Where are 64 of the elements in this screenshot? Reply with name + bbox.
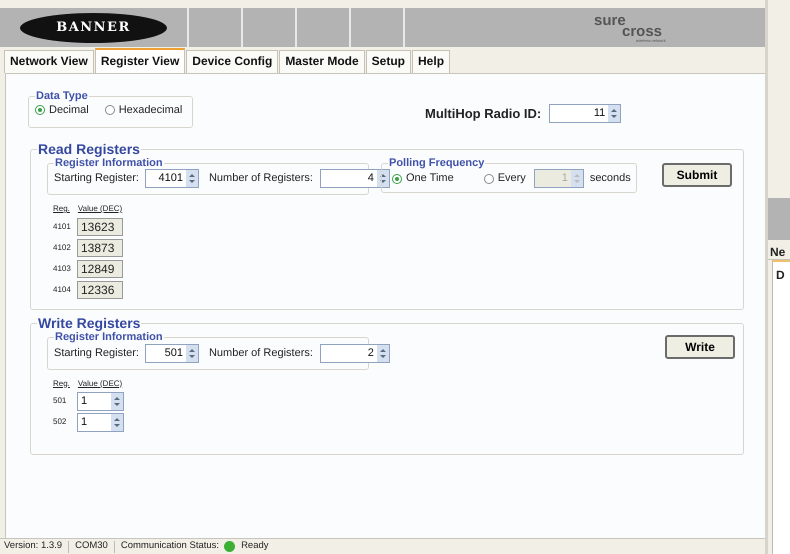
number-spinner[interactable]: 2: [320, 344, 390, 363]
unit-label: seconds: [590, 171, 631, 186]
column-header: Reg.: [53, 378, 70, 390]
value-field: 12336: [77, 281, 123, 300]
tab[interactable]: Help: [412, 50, 450, 73]
group-title: Polling Frequency: [388, 156, 486, 170]
spin-arrows-icon[interactable]: [376, 344, 389, 362]
version-text: Version: 1.3.9: [4, 539, 62, 554]
port-text: COM30: [75, 539, 108, 554]
tab[interactable]: Device Config: [186, 50, 278, 73]
number-spinner[interactable]: 501: [144, 344, 199, 363]
column-header: Reg.: [53, 203, 70, 216]
group-title: Register Information: [54, 156, 164, 170]
number-spinner[interactable]: 4: [320, 169, 390, 188]
spin-arrows-icon[interactable]: [376, 170, 389, 188]
register-number: 4102: [53, 242, 72, 254]
spin-arrows-icon[interactable]: [111, 392, 123, 410]
status-label: Communication Status:: [120, 539, 220, 554]
value-field: 12849: [77, 260, 123, 278]
value-field: 13623: [77, 218, 123, 236]
tab[interactable]: Network View: [4, 50, 94, 73]
spin-arrows-icon[interactable]: [186, 344, 198, 362]
number-spinner[interactable]: 1: [77, 412, 124, 432]
spin-arrows-icon[interactable]: [608, 105, 620, 122]
radio-label[interactable]: Every: [498, 170, 526, 187]
radio-button[interactable]: [392, 174, 402, 184]
register-number: 502: [53, 416, 68, 428]
register-number: 501: [53, 395, 68, 408]
value-field: 13873: [77, 239, 123, 258]
radio-button[interactable]: [484, 174, 494, 184]
panel-text: D: [772, 260, 790, 554]
register-number: 4104: [53, 284, 72, 296]
radio-button[interactable]: [35, 105, 45, 116]
action-button[interactable]: Submit: [662, 162, 732, 187]
tab[interactable]: Master Mode: [279, 50, 365, 73]
radio-label[interactable]: Decimal: [49, 102, 89, 119]
spin-arrows-icon[interactable]: [186, 170, 198, 188]
tab[interactable]: Setup: [366, 50, 412, 73]
tab[interactable]: Register View: [94, 48, 186, 73]
action-button[interactable]: Write: [665, 335, 735, 360]
spin-arrows-icon[interactable]: [111, 414, 123, 431]
section-title: Write Registers: [37, 316, 140, 332]
number-spinner[interactable]: 4101: [144, 169, 199, 188]
window-header: [768, 198, 790, 240]
column-header: Value (DEC): [78, 378, 122, 390]
radio-label[interactable]: One Time: [406, 170, 454, 187]
field-label: Number of Registers:: [208, 346, 313, 361]
column-header: Value (DEC): [78, 203, 122, 216]
field-label: Number of Registers:: [208, 171, 313, 186]
radio-label[interactable]: Hexadecimal: [118, 102, 182, 119]
register-number: 4103: [53, 263, 72, 276]
status-text: Ready: [241, 539, 269, 554]
section-title: Read Registers: [37, 142, 141, 157]
field-label: Starting Register:: [54, 346, 139, 361]
number-spinner[interactable]: 1: [77, 392, 124, 411]
field-label: MultiHop Radio ID:: [425, 105, 542, 123]
status-indicator-icon: [224, 541, 236, 552]
radio-button[interactable]: [104, 105, 115, 116]
number-spinner[interactable]: 11: [549, 104, 622, 124]
group-title: Data Type: [35, 90, 89, 102]
register-number: 4101: [53, 221, 72, 234]
group-title: Register Information: [54, 331, 164, 344]
field-label: Starting Register:: [54, 171, 139, 186]
logo: BANNER: [20, 12, 167, 42]
